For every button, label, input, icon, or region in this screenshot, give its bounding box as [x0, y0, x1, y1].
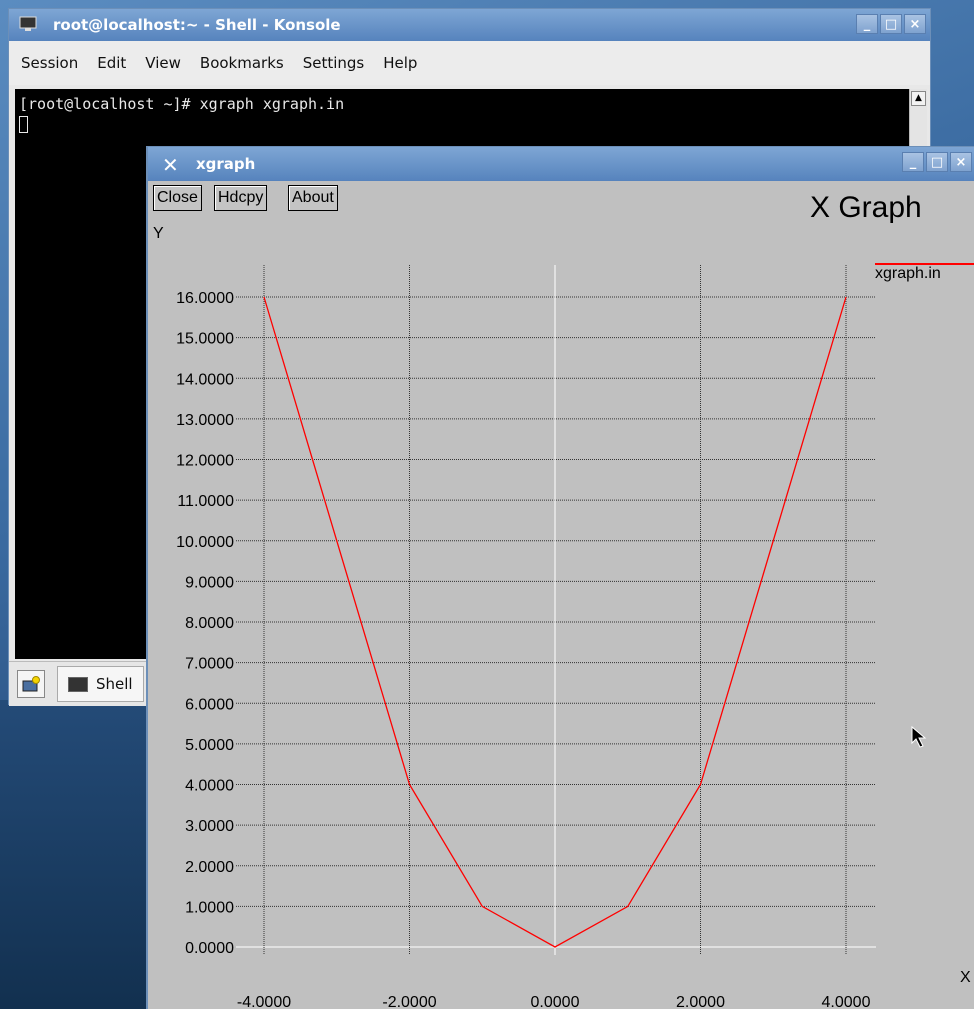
menu-view[interactable]: View	[145, 54, 181, 72]
terminal-cursor	[19, 116, 28, 133]
minimize-icon: _	[909, 154, 917, 170]
y-tick-label: 11.0000	[177, 493, 234, 510]
y-tick-label: 2.0000	[185, 859, 234, 876]
xgraph-window-title: xgraph	[196, 155, 256, 173]
y-tick-label: 3.0000	[185, 818, 234, 835]
tab-shell[interactable]: Shell	[57, 666, 144, 702]
new-session-button[interactable]	[17, 670, 45, 698]
x-tick-label: -4.0000	[237, 994, 291, 1009]
x-tick-label: 0.0000	[531, 994, 580, 1009]
new-tab-icon	[22, 676, 40, 692]
xgraph-window: 0.0000 1.0000 2.0000 3.0000 4.0000 5.0000 6.00…	[146, 146, 974, 1009]
plot-area: 0.0000 1.0000 2.0000 3.0000 4.0000 5.0000 6.00…	[176, 265, 876, 1009]
minimize-icon: _	[863, 16, 871, 32]
konsole-window-title: root@localhost:~ - Shell - Konsole	[53, 16, 341, 34]
tab-shell-label: Shell	[96, 675, 133, 693]
x-logo-icon: ✕	[162, 153, 179, 177]
terminal-icon	[68, 676, 88, 692]
maximize-button[interactable]: □	[926, 152, 948, 172]
y-tick-label: 14.0000	[176, 371, 234, 388]
x-axis-label: X	[960, 969, 971, 986]
y-tick-label: 12.0000	[176, 453, 234, 470]
close-button[interactable]: ×	[950, 152, 972, 172]
minimize-button[interactable]: _	[856, 14, 878, 34]
xgraph-titlebar[interactable]: ✕ xgraph _ □ ×	[148, 147, 974, 181]
scroll-up-button[interactable]: ▲	[911, 91, 926, 106]
maximize-button[interactable]: □	[880, 14, 902, 34]
x-tick-label: 2.0000	[676, 994, 725, 1009]
y-tick-label: 1.0000	[185, 899, 234, 916]
terminal-command-line: [root@localhost ~]# xgraph xgraph.in	[19, 95, 345, 113]
close-graph-button[interactable]: Close	[153, 185, 202, 211]
menu-settings[interactable]: Settings	[303, 54, 365, 72]
y-tick-label: 13.0000	[176, 412, 234, 429]
y-tick-label: 6.0000	[185, 696, 234, 713]
menu-session[interactable]: Session	[21, 54, 78, 72]
y-tick-label: 8.0000	[185, 615, 234, 632]
legend-label: xgraph.in	[875, 265, 941, 282]
x-tick-label: -2.0000	[382, 994, 436, 1009]
y-tick-label: 16.0000	[176, 290, 234, 307]
minimize-button[interactable]: _	[902, 152, 924, 172]
close-button[interactable]: ×	[904, 14, 926, 34]
arrow-up-icon: ▲	[915, 93, 922, 103]
y-tick-label: 0.0000	[185, 940, 234, 957]
menu-bookmarks[interactable]: Bookmarks	[200, 54, 284, 72]
maximize-icon: □	[884, 16, 898, 32]
y-tick-label: 15.0000	[176, 331, 234, 348]
y-tick-label: 7.0000	[185, 656, 234, 673]
menu-edit[interactable]: Edit	[97, 54, 126, 72]
close-icon: ×	[909, 16, 921, 32]
konsole-titlebar[interactable]: root@localhost:~ - Shell - Konsole _ □ ×	[9, 9, 930, 41]
terminal-icon	[19, 16, 37, 31]
y-tick-label: 9.0000	[185, 574, 234, 591]
maximize-icon: □	[930, 154, 944, 170]
about-button[interactable]: About	[288, 185, 338, 211]
menu-help[interactable]: Help	[383, 54, 417, 72]
graph-title: X Graph	[810, 191, 922, 224]
y-tick-label: 4.0000	[185, 778, 234, 795]
mouse-pointer-icon	[911, 725, 927, 748]
y-tick-label: 5.0000	[185, 737, 234, 754]
hdcpy-button[interactable]: Hdcpy	[214, 185, 268, 211]
close-icon: ×	[955, 154, 967, 170]
x-tick-label: 4.0000	[822, 994, 871, 1009]
y-tick-label: 10.0000	[176, 534, 234, 551]
konsole-menubar: Session Edit View Bookmarks Settings Hel…	[9, 41, 930, 85]
y-axis-label: Y	[153, 225, 164, 242]
